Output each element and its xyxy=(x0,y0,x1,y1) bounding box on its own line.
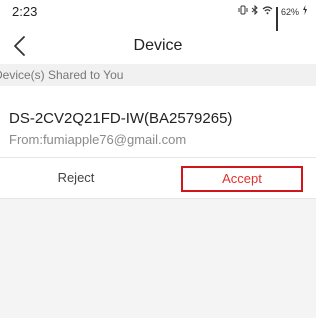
action-row: Reject Accept xyxy=(0,157,316,199)
bluetooth-icon xyxy=(251,4,259,18)
signal-icon xyxy=(275,6,278,31)
status-time: 2:23 xyxy=(12,4,38,19)
vibrate-icon xyxy=(238,5,248,18)
empty-area xyxy=(0,199,316,318)
page-title: Device xyxy=(133,37,183,54)
battery-icon xyxy=(302,5,308,18)
section-header: Device(s) Shared to You xyxy=(0,64,316,86)
section-header-label: Device(s) Shared to You xyxy=(0,68,124,82)
nav-bar: Device xyxy=(0,28,316,64)
device-name: DS-2CV2Q21FD-IW(BA2579265) xyxy=(9,110,233,127)
battery-label: 62% xyxy=(280,6,299,17)
device-sharer-email: From:fumiapple76@gmail.com xyxy=(9,132,187,147)
status-bar: 2:23 62% xyxy=(0,0,316,31)
wifi-icon xyxy=(262,5,273,18)
accept-button[interactable]: Accept xyxy=(181,166,303,192)
status-icons: 62% xyxy=(238,4,308,31)
shared-device-item: DS-2CV2Q21FD-IW(BA2579265) From:fumiappl… xyxy=(0,86,316,154)
reject-button[interactable]: Reject xyxy=(0,158,152,198)
